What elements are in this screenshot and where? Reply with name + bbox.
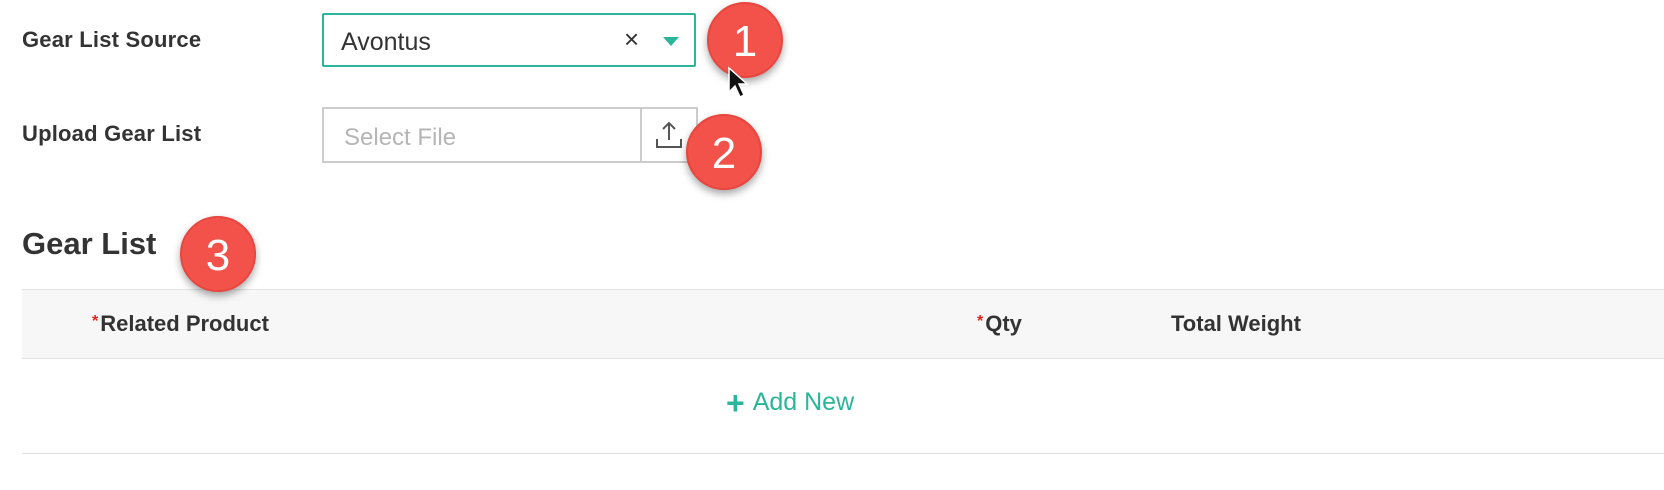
column-total-weight: Total Weight [1171,311,1301,336]
upload-gear-list-label: Upload Gear List [22,121,202,146]
gear-list-table-header: *Related Product *Qty Total Weight [22,289,1664,359]
select-value: Avontus [341,28,431,56]
mouse-cursor-icon [728,66,749,99]
add-new-label: Add New [752,388,855,416]
column-label: Qty [985,311,1022,336]
upload-icon [656,121,682,148]
column-label: Related Product [100,311,269,336]
required-marker: * [977,313,984,330]
gear-list-heading: Gear List [22,226,157,261]
gear-list-source-label: Gear List Source [22,27,202,52]
annotation-badge-2: 2 [686,114,762,190]
upload-gear-list-field[interactable]: Select File [322,107,698,163]
column-qty: *Qty [977,311,1022,337]
column-related-product: *Related Product [92,311,269,337]
annotation-badge-3: 3 [180,216,256,292]
plus-icon: + [726,384,745,421]
chevron-down-icon[interactable] [663,37,679,46]
file-input-placeholder: Select File [344,124,457,151]
gear-list-source-select[interactable]: Avontus × [322,13,696,67]
table-bottom-divider [22,453,1664,454]
required-marker: * [92,313,99,330]
clear-icon[interactable]: × [624,26,639,52]
add-new-button[interactable]: + Add New [726,384,855,421]
